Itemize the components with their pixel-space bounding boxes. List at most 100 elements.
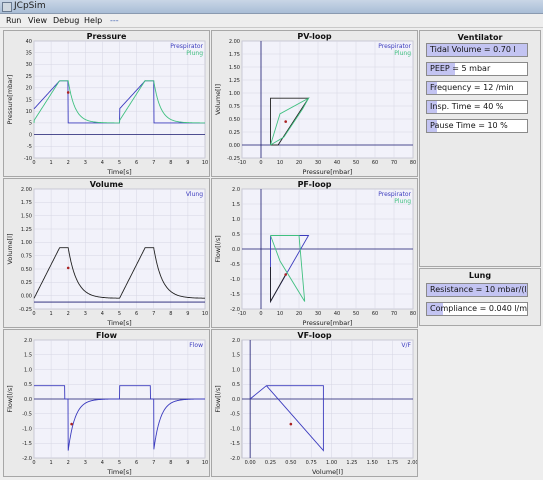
x-tick-label: 40 [334,311,340,317]
y-tick-label: -1.5 [230,292,240,298]
legend-entry: Prespirator [170,43,203,50]
y-tick-label: 0.5 [232,232,240,238]
x-tick-label: 3 [84,311,87,317]
x-tick-label: 1 [50,460,53,466]
lung-title: Lung [468,271,492,280]
x-tick-label: 70 [391,160,397,166]
y-tick-label: -1.0 [230,277,240,283]
current-point-marker [284,120,287,123]
x-axis-label: Pressure[mbar] [303,168,353,176]
x-tick-label: 8 [169,460,172,466]
y-tick-label: 0.00 [229,143,240,149]
compliance-slider[interactable]: Compliance = 0.040 l/mbar [426,302,528,316]
x-tick-label: 5 [118,160,121,166]
x-tick-label: 40 [334,160,340,166]
pressure-chart-panel: Pressure 0 1 2 3 4 5 6 7 8 9 10 -10 -5 0 5 10 15 20 25 30 35… [3,30,210,177]
y-tick-label: 0.0 [232,247,240,253]
x-tick-label: 2 [67,311,70,317]
x-tick-label: 6 [135,311,138,317]
y-tick-label: 1.25 [229,78,240,84]
x-axis-label: Time[s] [106,468,131,476]
x-tick-label: 10 [202,460,208,466]
y-tick-label: -1.5 [230,441,240,447]
y-tick-label: 1.0 [232,217,240,223]
x-tick-label: 0 [32,460,35,466]
compliance-label: Compliance = 0.040 l/mbar [430,304,528,313]
menu-help[interactable]: Help [84,14,102,27]
y-tick-label: 10 [26,109,32,115]
x-tick-label: 9 [186,160,189,166]
y-tick-label: 2.00 [229,39,240,45]
y-tick-label: 5 [29,121,32,127]
y-tick-label: 0.0 [24,397,32,403]
current-point-marker [284,273,287,276]
legend-entry: Prespirator [378,191,411,198]
y-tick-label: 1.50 [21,213,32,219]
insp-time-slider[interactable]: Insp. Time = 40 % [426,100,528,114]
menu-debug[interactable]: Debug [53,14,79,27]
y-tick-label: -1.0 [22,426,32,432]
y-tick-label: 1.5 [24,353,32,359]
y-tick-label: -2.0 [230,456,240,462]
pause-time-slider[interactable]: Pause Time = 10 % [426,119,528,133]
x-tick-label: 3 [84,160,87,166]
x-axis-label: Pressure[mbar] [303,319,353,327]
y-tick-label: 0.25 [21,280,32,286]
x-tick-label: 9 [186,460,189,466]
current-point-marker [289,422,293,426]
volume-chart-panel: Volume 0 1 2 3 4 5 6 7 8 9 10 -0.25 0.00 0.25 0.50 0.75… [3,178,210,328]
x-axis-label: Time[s] [106,168,131,176]
x-tick-label: 80 [410,160,416,166]
x-tick-label: 4 [101,160,104,166]
x-tick-label: 0.50 [285,460,296,466]
peep-slider[interactable]: PEEP = 5 mbar [426,62,528,76]
tidal-volume-label: Tidal Volume = 0.70 l [430,45,516,54]
y-tick-label: 0.5 [24,382,32,388]
x-tick-label: 60 [372,311,378,317]
y-tick-label: -1.5 [22,441,32,447]
x-tick-label: 20 [296,311,302,317]
pressure-chart: 0 1 2 3 4 5 6 7 8 9 10 -10 -5 0 5 10 15 20 25 30 35 40 Prespir… [6,39,208,176]
tidal-volume-slider[interactable]: Tidal Volume = 0.70 l [426,43,528,57]
window-title: JCpSim [14,1,46,11]
y-tick-label: -10 [24,156,32,162]
x-tick-label: 20 [296,160,302,166]
lung-panel: Lung Resistance = 10 mbar/(l/s) Complian… [419,268,541,326]
x-tick-label: 6 [135,160,138,166]
x-tick-label: 2 [67,460,70,466]
y-tick-label: 0 [29,132,32,138]
frequency-slider[interactable]: Frequency = 12 /min [426,81,528,95]
app-icon [2,2,12,12]
y-tick-label: 0.5 [232,382,240,388]
current-point-marker [66,91,70,94]
legend-entry: Plung [394,50,411,57]
x-tick-label: 0.25 [265,460,276,466]
y-tick-label: 1.00 [21,240,32,246]
ventilator-panel: Ventilator Tidal Volume = 0.70 l PEEP = … [419,30,541,267]
y-axis-label: Volume[l] [6,233,14,264]
legend-entry: Flow [189,342,203,349]
y-tick-label: -0.5 [230,262,240,268]
x-tick-label: 1.25 [346,460,357,466]
y-tick-label: 0.75 [21,253,32,259]
legend-entry: Plung [394,198,411,205]
x-tick-label: 2.00 [407,460,417,466]
vf-loop-chart-panel: VF-loop 0.00 0.25 0.50 0.75 1.00 1.25 1.50 1.75… [211,329,418,477]
menu-run[interactable]: Run [6,14,21,27]
y-axis-label: Flow[l/s] [214,235,222,262]
menu-view[interactable]: View [28,14,47,27]
y-tick-label: 40 [26,39,32,45]
y-tick-label: 1.75 [21,200,32,206]
peep-label: PEEP = 5 mbar [430,64,491,73]
y-tick-label: 2.0 [24,338,32,344]
resistance-label: Resistance = 10 mbar/(l/s) [430,285,528,294]
volume-chart: 0 1 2 3 4 5 6 7 8 9 10 -0.25 0.00 0.25 0.50 0.75 1.00 1.2… [6,187,208,327]
x-tick-label: 1.00 [326,460,337,466]
menu-extra[interactable]: --- [110,14,119,27]
x-tick-label: 80 [410,311,416,317]
resistance-slider[interactable]: Resistance = 10 mbar/(l/s) [426,283,528,297]
y-tick-label: 0.75 [229,104,240,110]
y-tick-label: -0.25 [19,307,32,313]
x-tick-label: 1 [50,160,53,166]
x-tick-label: 0 [32,311,35,317]
